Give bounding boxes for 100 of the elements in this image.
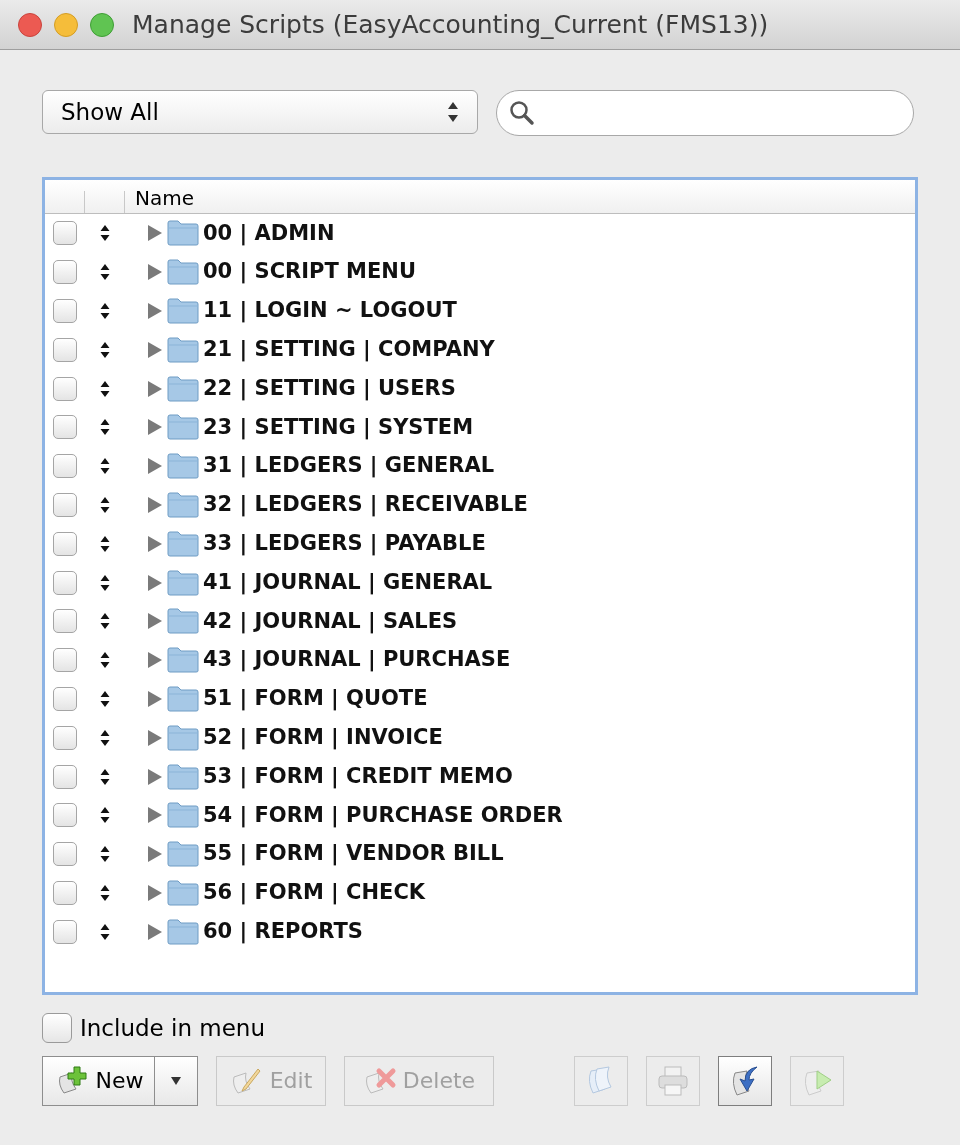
row-checkbox[interactable] <box>53 299 77 323</box>
folder-name[interactable]: 21 | SETTING | COMPANY <box>203 334 495 366</box>
include-checkbox[interactable] <box>42 1013 72 1044</box>
folder-icon <box>167 724 199 751</box>
folder-name[interactable]: 31 | LEDGERS | GENERAL <box>203 450 495 482</box>
reorder-icon[interactable] <box>100 302 110 320</box>
reorder-icon[interactable] <box>100 922 110 941</box>
reorder-icon[interactable] <box>100 689 110 708</box>
row-checkbox[interactable] <box>53 880 77 905</box>
row-checkbox[interactable] <box>53 454 77 479</box>
reorder-icon[interactable] <box>100 418 110 437</box>
reorder-icon[interactable] <box>100 263 110 282</box>
disclosure-triangle-icon[interactable] <box>147 767 163 786</box>
search-icon <box>509 100 535 126</box>
disclosure-triangle-icon[interactable] <box>147 379 163 398</box>
close-icon[interactable] <box>18 12 42 37</box>
filter-dropdown[interactable]: Show All <box>42 90 478 134</box>
folder-name[interactable]: 00 | ADMIN <box>203 217 335 250</box>
row-checkbox[interactable] <box>53 725 77 750</box>
row-checkbox[interactable] <box>53 492 77 517</box>
row-checkbox[interactable] <box>53 764 77 789</box>
caret-icon <box>170 1075 182 1086</box>
folder-name[interactable]: 52 | FORM | INVOICE <box>203 722 443 754</box>
disclosure-triangle-icon[interactable] <box>147 340 163 359</box>
import-tool-button[interactable] <box>718 1055 772 1106</box>
disclosure-triangle-icon[interactable] <box>147 922 163 941</box>
reorder-icon[interactable] <box>100 495 110 514</box>
folder-name[interactable]: 23 | SETTING | SYSTEM <box>203 411 474 444</box>
folder-name[interactable]: 53 | FORM | CREDIT MEMO <box>203 760 513 793</box>
folder-name[interactable]: 32 | LEDGERS | RECEIVABLE <box>203 489 528 521</box>
stepper-icon <box>447 101 459 123</box>
folder-icon <box>167 259 199 286</box>
folder-icon <box>167 647 199 674</box>
folder-icon <box>167 336 199 363</box>
reorder-icon[interactable] <box>100 457 110 476</box>
folder-name[interactable]: 41 | JOURNAL | GENERAL <box>203 566 493 599</box>
folder-name[interactable]: 00 | SCRIPT MENU <box>203 256 416 288</box>
reorder-icon[interactable] <box>100 651 110 670</box>
row-checkbox[interactable] <box>53 376 77 401</box>
reorder-icon[interactable] <box>100 806 110 825</box>
reorder-icon[interactable] <box>100 612 110 631</box>
folder-icon <box>167 298 199 324</box>
search-field[interactable] <box>496 90 914 136</box>
folder-name[interactable]: 60 | REPORTS <box>203 916 363 948</box>
disclosure-triangle-icon[interactable] <box>147 651 163 670</box>
row-checkbox[interactable] <box>53 919 77 944</box>
row-checkbox[interactable] <box>53 260 77 285</box>
disclosure-triangle-icon[interactable] <box>147 418 163 437</box>
folder-name[interactable]: 55 | FORM | VENDOR BILL <box>203 838 504 870</box>
folder-name[interactable]: 22 | SETTING | USERS <box>203 372 456 405</box>
reorder-icon[interactable] <box>100 340 110 359</box>
row-checkbox[interactable] <box>53 842 77 867</box>
reorder-icon[interactable] <box>100 379 110 398</box>
reorder-icon[interactable] <box>100 883 110 902</box>
folder-icon <box>167 569 199 596</box>
folder-icon <box>167 685 199 712</box>
reorder-icon[interactable] <box>100 728 110 747</box>
reorder-icon[interactable] <box>100 224 110 243</box>
folder-icon <box>167 802 199 829</box>
disclosure-triangle-icon[interactable] <box>147 495 163 514</box>
row-checkbox[interactable] <box>53 415 77 440</box>
folder-icon <box>167 918 199 945</box>
disclosure-triangle-icon[interactable] <box>147 612 163 631</box>
disclosure-triangle-icon[interactable] <box>147 224 163 243</box>
row-checkbox[interactable] <box>53 648 77 673</box>
disclosure-triangle-icon[interactable] <box>147 883 163 902</box>
new-menu-button[interactable] <box>155 1055 198 1106</box>
reorder-icon[interactable] <box>100 845 110 864</box>
reorder-icon[interactable] <box>100 767 110 786</box>
row-checkbox[interactable] <box>53 337 77 362</box>
disclosure-triangle-icon[interactable] <box>147 845 163 864</box>
row-checkbox[interactable] <box>53 531 77 556</box>
column-header[interactable]: Name <box>125 183 194 213</box>
row-checkbox[interactable] <box>53 686 77 711</box>
folder-name[interactable]: 51 | FORM | QUOTE <box>203 683 428 715</box>
folder-name[interactable]: 56 | FORM | CHECK <box>203 877 426 909</box>
reorder-icon[interactable] <box>100 534 110 553</box>
disclosure-triangle-icon[interactable] <box>147 573 163 592</box>
folder-name[interactable]: 54 | FORM | PURCHASE ORDER <box>203 799 563 832</box>
reorder-icon[interactable] <box>100 573 110 592</box>
folder-name[interactable]: 11 | LOGIN ~ LOGOUT <box>203 295 457 327</box>
disclosure-triangle-icon[interactable] <box>147 728 163 747</box>
folder-name[interactable]: 43 | JOURNAL | PURCHASE <box>203 644 511 676</box>
folder-icon <box>167 414 199 441</box>
folder-name[interactable]: 33 | LEDGERS | PAYABLE <box>203 528 486 560</box>
row-checkbox[interactable] <box>53 221 77 246</box>
row-checkbox[interactable] <box>53 570 77 595</box>
folder-name[interactable]: 42 | JOURNAL | SALES <box>203 605 458 638</box>
disclosure-triangle-icon[interactable] <box>147 534 163 553</box>
new-button[interactable]: New <box>42 1055 155 1106</box>
disclosure-triangle-icon[interactable] <box>147 263 163 282</box>
folder-icon <box>167 220 199 247</box>
zoom-icon[interactable] <box>90 12 114 37</box>
folder-icon <box>167 841 199 868</box>
disclosure-triangle-icon[interactable] <box>147 806 163 825</box>
disclosure-triangle-icon[interactable] <box>147 689 163 708</box>
row-checkbox[interactable] <box>53 609 77 634</box>
disclosure-triangle-icon[interactable] <box>147 302 163 320</box>
row-checkbox[interactable] <box>53 803 77 828</box>
disclosure-triangle-icon[interactable] <box>147 457 163 476</box>
